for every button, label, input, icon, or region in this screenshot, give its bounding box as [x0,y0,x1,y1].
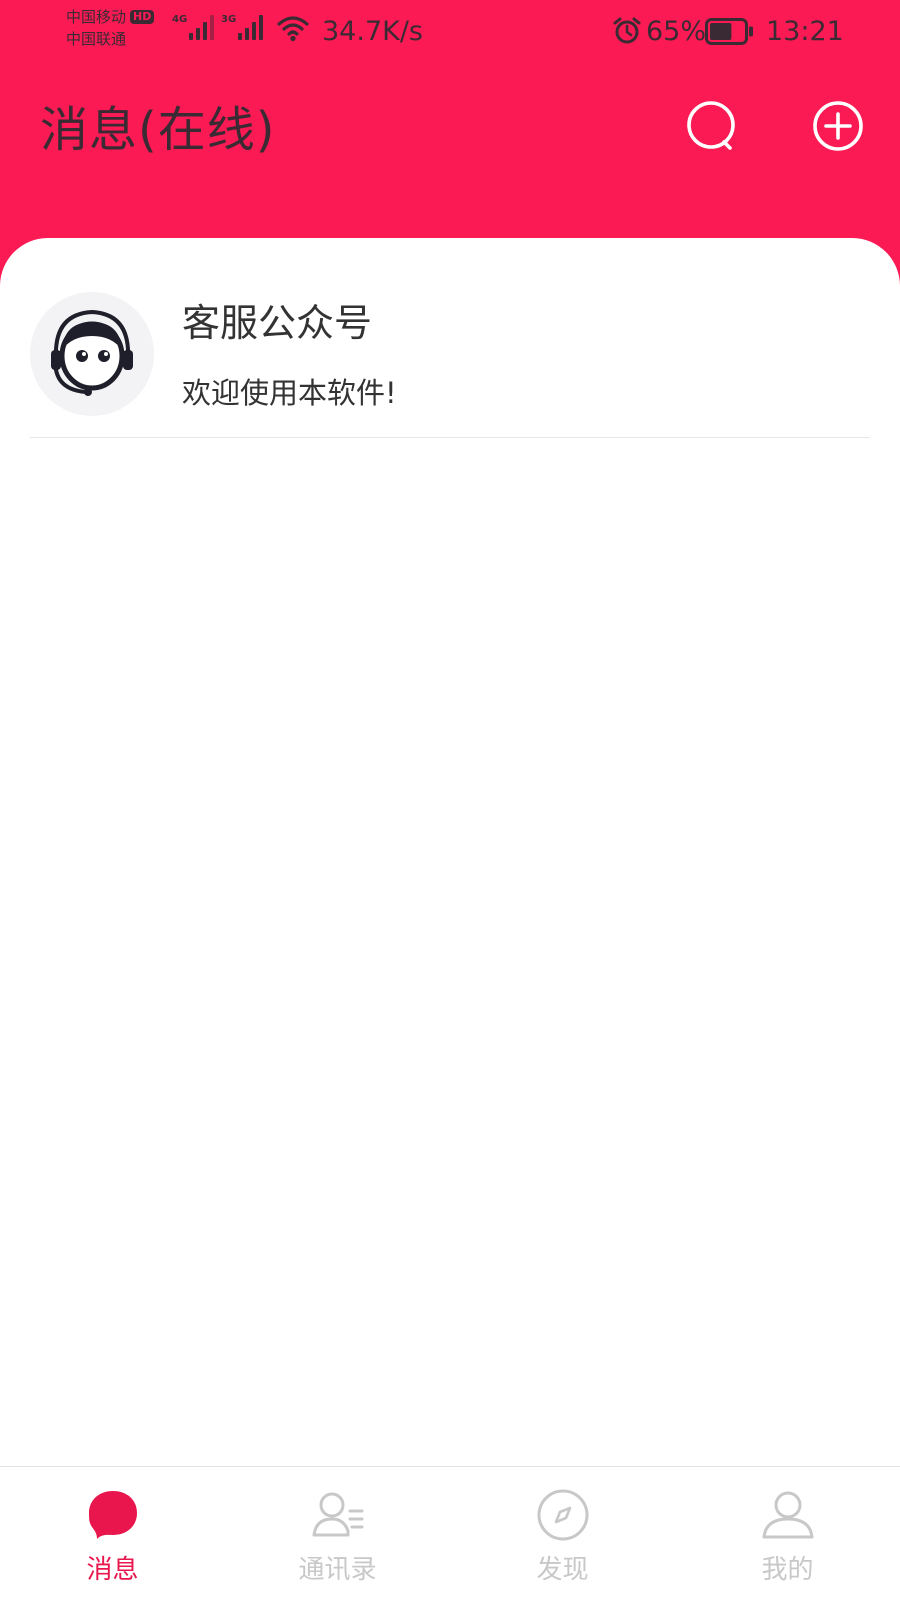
compass-icon [537,1489,588,1541]
signal-icon: 4G [172,14,215,40]
net-speed: 34.7K/s [322,16,423,47]
signal-1-type: 4G [172,14,188,25]
battery-percent: 65% [646,16,707,47]
nav-label-discover: 发现 [536,1555,589,1585]
signal-2-type: 3G [221,14,237,25]
contacts-icon [312,1492,363,1537]
alarm-icon [613,17,641,44]
nav-label-me: 我的 [761,1555,814,1585]
nav-item-contacts[interactable]: 通讯录 [225,1467,450,1600]
conversation-title: 客服公众号 [182,301,373,345]
customer-service-avatar-icon [51,309,133,396]
avatar [30,292,154,416]
carrier-info: 中国移动 HD 中国联通 [66,6,155,50]
nav-item-messages[interactable]: 消息 [0,1467,225,1600]
battery-icon [705,18,753,45]
status-bar: 中国移动 HD 中国联通 4G 3G 34.7K/s 65% 13:21 [0,0,900,64]
nav-item-discover[interactable]: 发现 [450,1467,675,1600]
nav-item-me[interactable]: 我的 [675,1467,900,1600]
nav-label-messages: 消息 [86,1555,139,1585]
conversation-list: 客服公众号 欢迎使用本软件! [0,238,900,1466]
hd-badge: HD [130,10,155,24]
nav-label-contacts: 通讯录 [298,1555,377,1585]
carrier-1-label: 中国移动 [66,8,127,26]
conversation-preview: 欢迎使用本软件! [182,376,397,410]
message-bubble-icon [88,1491,137,1539]
bottom-nav: 消息 通讯录 发现 我的 [0,1466,900,1600]
carrier-2-label: 中国联通 [66,30,127,48]
add-circle-icon[interactable] [810,98,866,154]
app-header: 消息(在线) [0,80,900,180]
wifi-icon [277,16,309,42]
signal-icon: 3G [221,14,264,40]
clock: 13:21 [766,16,844,47]
search-icon[interactable] [684,98,740,154]
user-icon [762,1491,813,1539]
conversation-item[interactable]: 客服公众号 欢迎使用本软件! [30,292,870,438]
page-title: 消息(在线) [40,102,276,158]
